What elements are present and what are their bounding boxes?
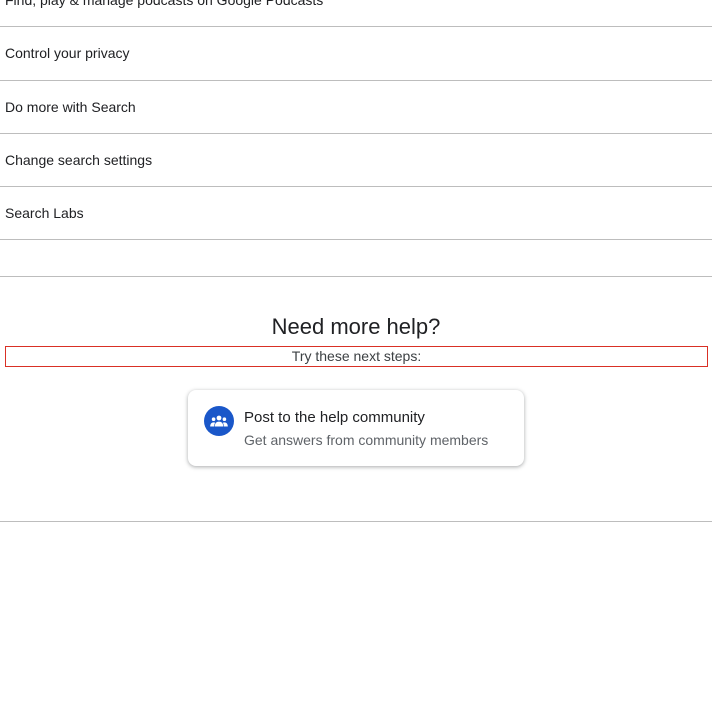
section-divider (0, 276, 712, 277)
footer-divider (0, 521, 712, 522)
community-card[interactable]: Post to the help community Get answers f… (188, 390, 524, 466)
topic-podcasts[interactable]: Find, play & manage podcasts on Google P… (0, 0, 712, 27)
topic-label: Search Labs (5, 205, 84, 221)
help-subheading: Try these next steps: (5, 346, 708, 367)
topic-label: Control your privacy (5, 45, 130, 61)
card-title: Post to the help community (244, 409, 425, 426)
help-heading: Need more help? (271, 314, 441, 339)
topic-privacy[interactable]: Control your privacy (0, 27, 712, 81)
topic-search-settings[interactable]: Change search settings (0, 134, 712, 187)
topic-do-more[interactable]: Do more with Search (0, 81, 712, 134)
topic-label: Do more with Search (5, 99, 136, 115)
groups-icon (204, 406, 234, 436)
topic-label: Find, play & manage podcasts on Google P… (5, 0, 324, 8)
help-page: Find, play & manage podcasts on Google P… (0, 0, 712, 712)
topic-search-labs[interactable]: Search Labs (0, 187, 712, 240)
card-description: Get answers from community members (244, 432, 489, 448)
topic-label: Change search settings (5, 152, 153, 168)
